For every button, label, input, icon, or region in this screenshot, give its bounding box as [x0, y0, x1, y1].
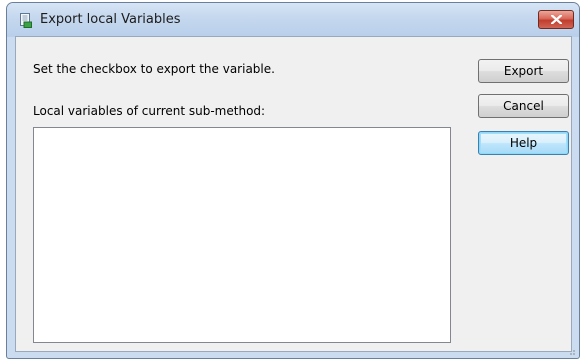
help-button[interactable]: Help [478, 131, 569, 155]
close-button[interactable] [538, 10, 574, 29]
instruction-text: Set the checkbox to export the variable. [33, 62, 275, 76]
resize-grip-icon[interactable] [566, 346, 576, 356]
export-button[interactable]: Export [478, 59, 569, 83]
local-variables-list[interactable] [33, 127, 451, 343]
list-label: Local variables of current sub-method: [33, 104, 266, 118]
cancel-button[interactable]: Cancel [478, 94, 569, 118]
title-bar[interactable]: Export local Variables [7, 3, 579, 37]
window-title: Export local Variables [40, 12, 181, 27]
close-icon [551, 15, 562, 24]
export-document-icon [20, 13, 32, 28]
